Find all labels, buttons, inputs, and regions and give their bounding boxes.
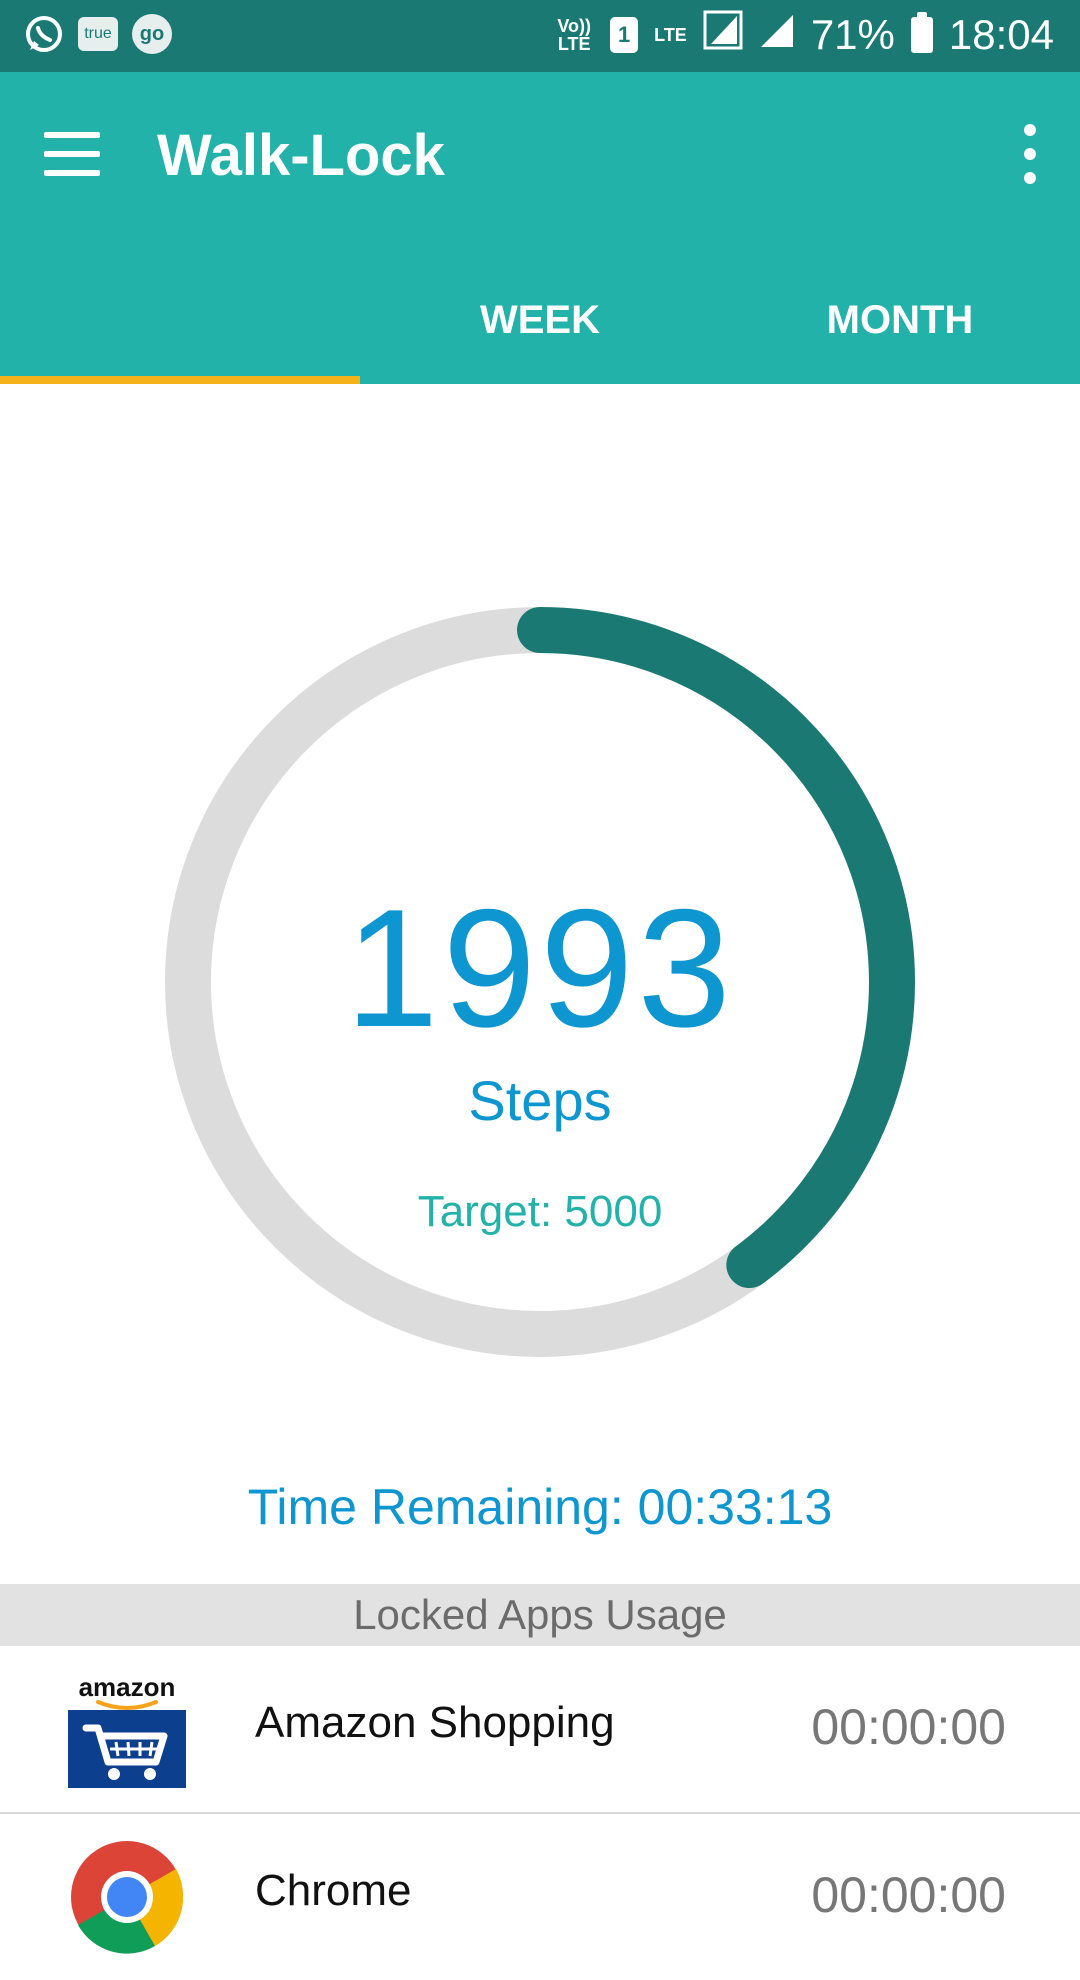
amazon-icon: amazon [68, 1670, 186, 1788]
app-usage-time: 00:00:00 [811, 1699, 1006, 1755]
true-app-icon: true [78, 17, 118, 51]
app-name: Chrome [255, 1866, 412, 1915]
signal-2-icon [759, 11, 795, 59]
status-bar: true go Vo)) LTE 1 LTE 71% 18:04 [0, 0, 1080, 72]
lte-indicator: LTE [654, 25, 687, 45]
tab-month[interactable]: MONTH [720, 298, 1080, 384]
tab-indicator [0, 376, 360, 384]
steps-progress-ring: 1993 Steps Target: 5000 [160, 602, 920, 1362]
battery-percent: 71% [810, 11, 895, 58]
chrome-icon [68, 1838, 186, 1956]
more-options-icon[interactable] [1010, 122, 1050, 186]
steps-count: 1993 [345, 874, 735, 1062]
signal-icon [703, 10, 743, 60]
locked-app-row[interactable]: Chrome 00:00:00 [0, 1814, 1080, 1980]
time-remaining: Time Remaining: 00:33:13 [247, 1479, 833, 1535]
app-usage-time: 00:00:00 [811, 1867, 1006, 1923]
app-bar: Walk-Lock WEEK MONTH [0, 72, 1080, 384]
tab-week[interactable]: WEEK [360, 298, 720, 384]
target-label: Target: 5000 [417, 1187, 663, 1236]
volte-indicator: Vo)) LTE [557, 16, 591, 54]
tab-bar: WEEK MONTH [0, 298, 1080, 384]
steps-label: Steps [468, 1069, 612, 1132]
amazon-logo-text: amazon [79, 1672, 176, 1702]
go-app-icon: go [132, 14, 172, 54]
app-name: Amazon Shopping [255, 1698, 615, 1747]
sim-indicator: 1 [610, 17, 639, 53]
whatsapp-icon [24, 14, 64, 54]
locked-apps-header: Locked Apps Usage [0, 1584, 1080, 1646]
app-title: Walk-Lock [157, 123, 445, 188]
clock: 18:04 [948, 11, 1054, 58]
battery-icon [910, 12, 933, 53]
locked-app-row[interactable]: amazon Amazon Shopping 00:00:00 [0, 1646, 1080, 1814]
menu-icon[interactable] [44, 132, 100, 176]
tab-day[interactable] [0, 298, 360, 384]
